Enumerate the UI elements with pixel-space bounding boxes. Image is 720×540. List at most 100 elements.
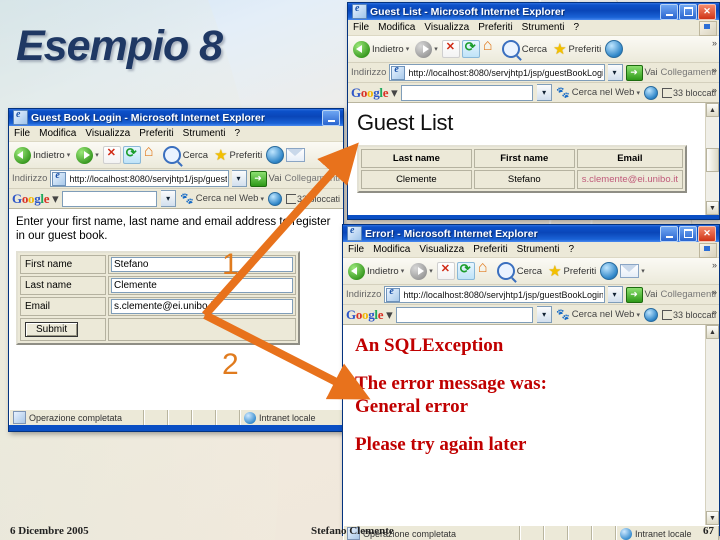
- minimize-button[interactable]: [322, 109, 340, 126]
- minimize-button[interactable]: [660, 3, 678, 20]
- menu-item-preferiti[interactable]: Preferiti: [139, 128, 173, 139]
- refresh-icon[interactable]: [456, 261, 475, 280]
- window-controls-guest-list[interactable]: ✕: [660, 3, 717, 20]
- window-controls-login[interactable]: [322, 109, 341, 126]
- last-name-input[interactable]: Clemente: [111, 277, 293, 293]
- menubar-guest-list[interactable]: File Modifica Visualizza Preferiti Strum…: [348, 20, 719, 36]
- menu-item-file[interactable]: File: [348, 244, 364, 255]
- google-overflow-chevron[interactable]: »: [712, 85, 717, 95]
- titlebar-login[interactable]: Guest Book Login - Microsoft Internet Ex…: [9, 109, 343, 126]
- menubar-login[interactable]: File Modifica Visualizza Preferiti Strum…: [9, 126, 343, 142]
- addressbar-guest-list[interactable]: Indirizzo http://localhost:8080/servjhtp…: [348, 63, 719, 83]
- home-icon[interactable]: [482, 37, 498, 57]
- first-name-input[interactable]: Stefano: [111, 256, 293, 272]
- address-dropdown-button[interactable]: ▾: [231, 170, 247, 187]
- search-button[interactable]: Cerca: [500, 39, 549, 59]
- mail-dropdown-chevron[interactable]: ▾: [641, 267, 645, 275]
- toolbar-login[interactable]: Indietro ▾ ▾ Cerca ★ Preferiti: [9, 142, 343, 169]
- menu-item-file[interactable]: File: [14, 128, 30, 139]
- menu-item-visualizza[interactable]: Visualizza: [419, 244, 464, 255]
- mail-icon[interactable]: [286, 148, 306, 162]
- address-dropdown-button[interactable]: ▾: [607, 64, 623, 81]
- google-popup-blocker[interactable]: 33 bloccati: [661, 309, 716, 320]
- go-button[interactable]: ➜ Vai: [625, 286, 658, 303]
- google-search-dropdown[interactable]: ▾: [537, 306, 553, 323]
- menu-item-strumenti[interactable]: Strumenti: [522, 22, 565, 33]
- refresh-icon[interactable]: [122, 145, 141, 164]
- google-search-input[interactable]: [401, 84, 534, 101]
- stop-icon[interactable]: [102, 146, 121, 164]
- go-button[interactable]: ➜ Vai: [249, 170, 282, 187]
- history-icon[interactable]: [600, 262, 619, 280]
- scroll-up-button[interactable]: ▲: [706, 325, 719, 339]
- google-toolbar-login[interactable]: Google ▾ ▾ 🐾 Cerca nel Web ▾ 33 bloccati: [9, 189, 343, 209]
- toolbar-guest-list[interactable]: Indietro ▾ ▾ Cerca ★ Preferiti: [348, 36, 719, 63]
- google-popup-blocker[interactable]: 33 bloccati: [285, 193, 340, 204]
- google-popup-blocker[interactable]: 33 bloccati: [661, 87, 716, 98]
- registration-form[interactable]: First name Stefano Last name Clemente Em…: [16, 250, 300, 345]
- forward-button[interactable]: ▾: [74, 146, 101, 165]
- go-button[interactable]: ➜ Vai: [625, 64, 658, 81]
- chevron-down-icon[interactable]: ▾: [636, 89, 640, 97]
- menubar-error[interactable]: File Modifica Visualizza Preferiti Strum…: [343, 242, 719, 258]
- address-input[interactable]: http://localhost:8080/servjhtp1/jsp/gues…: [384, 286, 605, 303]
- search-button[interactable]: Cerca: [161, 145, 210, 165]
- scrollbar-thumb[interactable]: [706, 147, 719, 172]
- links-label[interactable]: Collegamenti: [661, 67, 716, 78]
- minimize-button[interactable]: [660, 225, 678, 242]
- address-input[interactable]: http://localhost:8080/servjhtp1/jsp/gues…: [50, 170, 229, 187]
- scroll-down-button[interactable]: ▼: [706, 201, 719, 215]
- titlebar-error[interactable]: Error! - Microsoft Internet Explorer ✕: [343, 225, 719, 242]
- links-label[interactable]: Collegamenti: [285, 173, 340, 184]
- menu-item-modifica[interactable]: Modifica: [378, 22, 415, 33]
- maximize-button[interactable]: [679, 225, 697, 242]
- addressbar-error[interactable]: Indirizzo http://localhost:8080/servjhtp…: [343, 285, 719, 305]
- window-controls-error[interactable]: ✕: [660, 225, 717, 242]
- google-options-icon[interactable]: [267, 191, 282, 206]
- window-error[interactable]: Error! - Microsoft Internet Explorer ✕ F…: [342, 224, 720, 540]
- chevron-down-icon[interactable]: ▾: [636, 311, 640, 319]
- menu-item-help[interactable]: ?: [573, 22, 579, 33]
- close-button[interactable]: ✕: [698, 225, 716, 242]
- home-icon[interactable]: [143, 143, 159, 163]
- submit-button[interactable]: Submit: [25, 321, 79, 337]
- google-search-dropdown[interactable]: ▾: [161, 190, 177, 207]
- forward-button[interactable]: ▾: [408, 262, 435, 281]
- google-search-input[interactable]: [396, 306, 534, 323]
- stop-icon[interactable]: [441, 40, 460, 58]
- menu-item-file[interactable]: File: [353, 22, 369, 33]
- favorites-button[interactable]: ★ Preferiti: [212, 147, 264, 164]
- vertical-scrollbar-guest-list[interactable]: ▲ ▼: [705, 103, 719, 215]
- google-overflow-chevron[interactable]: »: [712, 307, 717, 317]
- back-button[interactable]: Indietro ▾: [346, 262, 406, 281]
- menu-item-help[interactable]: ?: [234, 128, 240, 139]
- maximize-button[interactable]: [679, 3, 697, 20]
- chevron-down-icon[interactable]: ▾: [434, 45, 438, 53]
- refresh-icon[interactable]: [461, 39, 480, 58]
- google-search-web-button[interactable]: 🐾 Cerca nel Web ▾: [556, 86, 640, 99]
- menu-item-strumenti[interactable]: Strumenti: [517, 244, 560, 255]
- google-options-icon[interactable]: [643, 307, 658, 322]
- scroll-down-button[interactable]: ▼: [706, 511, 719, 525]
- chevron-down-icon[interactable]: ▾: [429, 267, 433, 275]
- chevron-down-icon[interactable]: ▾: [406, 45, 410, 53]
- menu-item-modifica[interactable]: Modifica: [39, 128, 76, 139]
- favorites-button[interactable]: ★ Preferiti: [546, 263, 598, 280]
- chevron-down-icon[interactable]: ▾: [401, 267, 405, 275]
- google-search-web-button[interactable]: 🐾 Cerca nel Web ▾: [556, 308, 640, 321]
- close-button[interactable]: ✕: [698, 3, 716, 20]
- address-overflow-chevron[interactable]: »: [712, 287, 717, 297]
- stop-icon[interactable]: [436, 262, 455, 280]
- mail-icon[interactable]: [620, 264, 640, 278]
- toolbar-overflow-chevron[interactable]: »: [712, 260, 717, 270]
- window-guest-book-login[interactable]: Guest Book Login - Microsoft Internet Ex…: [8, 108, 344, 432]
- history-icon[interactable]: [605, 40, 624, 58]
- home-icon[interactable]: [477, 259, 493, 279]
- google-toolbar-guest-list[interactable]: Google ▾ ▾ 🐾 Cerca nel Web ▾ 33 bloccati…: [348, 83, 719, 103]
- menu-item-strumenti[interactable]: Strumenti: [183, 128, 226, 139]
- window-guest-list[interactable]: Guest List - Microsoft Internet Explorer…: [347, 2, 720, 220]
- chevron-down-icon[interactable]: ▾: [95, 151, 99, 159]
- address-input[interactable]: http://localhost:8080/servjhtp1/jsp/gues…: [389, 64, 605, 81]
- forward-button[interactable]: ▾: [413, 40, 440, 59]
- history-icon[interactable]: [266, 146, 285, 164]
